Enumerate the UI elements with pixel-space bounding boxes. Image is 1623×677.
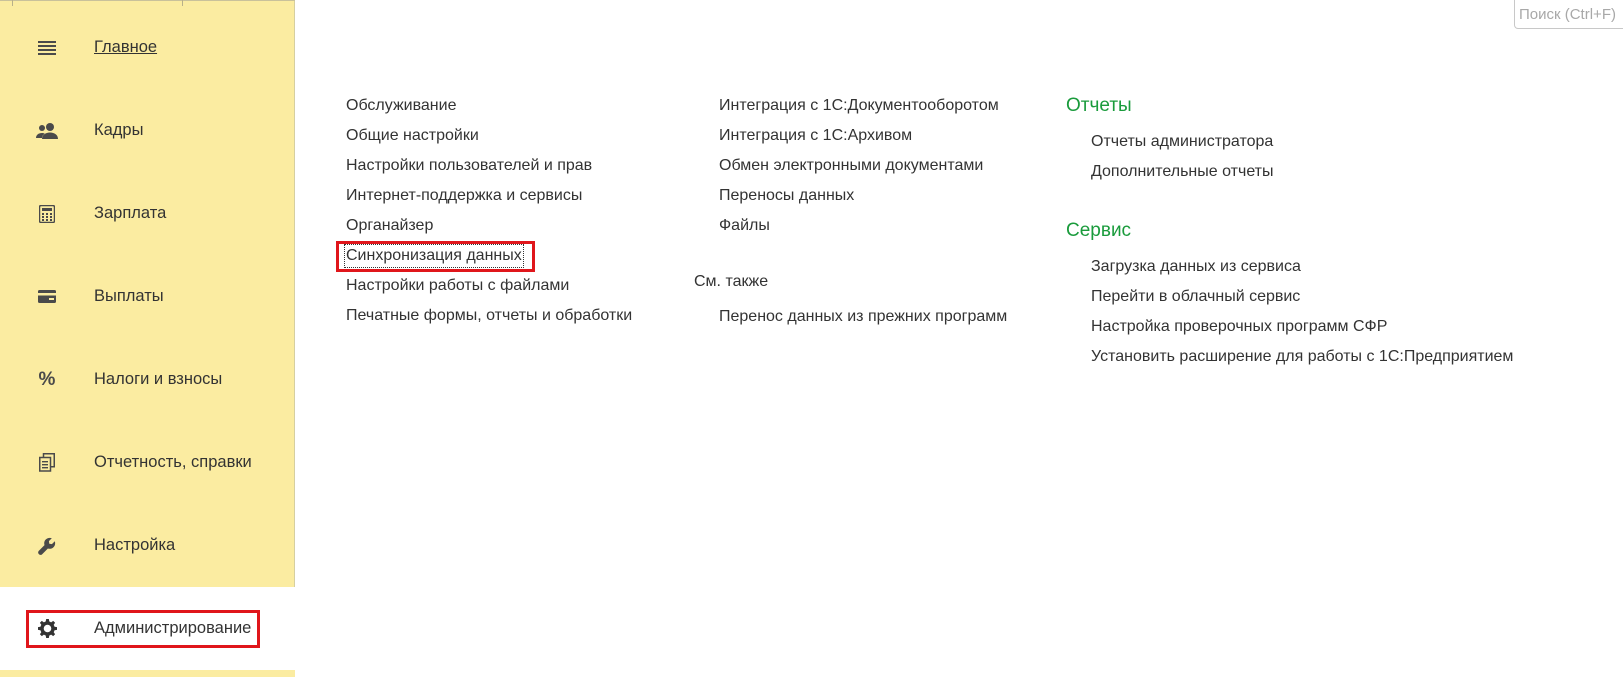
search-box[interactable]: [1514, 0, 1623, 29]
section-title-service: Сервис: [1066, 220, 1132, 241]
sidebar-item-settings[interactable]: Настройка: [0, 504, 295, 587]
wrench-icon: [36, 535, 58, 557]
link-archive-integration[interactable]: Интеграция с 1С:Архивом: [719, 126, 912, 146]
link-internet-support[interactable]: Интернет-поддержка и сервисы: [346, 186, 582, 206]
menu-lines-icon: [36, 37, 58, 59]
sidebar-item-taxes[interactable]: % Налоги и взносы: [0, 338, 295, 421]
link-transfer-old-programs[interactable]: Перенос данных из прежних программ: [719, 307, 1007, 327]
percent-icon: %: [38, 368, 56, 390]
link-files[interactable]: Файлы: [719, 216, 770, 236]
link-maintenance[interactable]: Обслуживание: [346, 96, 456, 116]
link-cloud-service[interactable]: Перейти в облачный сервис: [1091, 287, 1300, 307]
sidebar-item-label: Зарплата: [94, 204, 167, 222]
card-icon: [36, 286, 58, 308]
sidebar-item-salary[interactable]: Зарплата: [0, 172, 295, 255]
link-file-settings[interactable]: Настройки работы с файлами: [346, 276, 569, 296]
sidebar-item-label: Отчетность, справки: [94, 453, 252, 471]
link-admin-reports[interactable]: Отчеты администратора: [1091, 132, 1273, 152]
link-additional-reports[interactable]: Дополнительные отчеты: [1091, 162, 1274, 182]
sidebar-item-label: Главное: [94, 38, 158, 56]
sidebar-item-hr[interactable]: Кадры: [0, 89, 295, 172]
sidebar-item-label: Налоги и взносы: [94, 370, 223, 388]
sidebar-item-label: Выплаты: [94, 287, 164, 305]
search-input[interactable]: [1515, 0, 1623, 28]
sidebar-item-main[interactable]: Главное: [0, 6, 295, 89]
link-data-transfers[interactable]: Переносы данных: [719, 186, 854, 206]
link-sfr-check-programs[interactable]: Настройка проверочных программ СФР: [1091, 317, 1387, 337]
sidebar-item-payments[interactable]: Выплаты: [0, 255, 295, 338]
documents-icon: [36, 452, 58, 474]
sidebar-item-reporting[interactable]: Отчетность, справки: [0, 421, 295, 504]
highlight-data-sync: [336, 241, 535, 272]
link-print-forms[interactable]: Печатные формы, отчеты и обработки: [346, 306, 632, 326]
link-load-from-service[interactable]: Загрузка данных из сервиса: [1091, 257, 1301, 277]
link-docflow-integration[interactable]: Интеграция с 1С:Документооборотом: [719, 96, 999, 116]
link-install-extension[interactable]: Установить расширение для работы с 1С:Пр…: [1091, 347, 1513, 367]
section-title-reports: Отчеты: [1066, 95, 1132, 116]
sidebar-bottom-strip: [0, 670, 295, 677]
link-users-rights[interactable]: Настройки пользователей и прав: [346, 156, 592, 176]
sidebar-item-label: Настройка: [94, 536, 176, 554]
link-general-settings[interactable]: Общие настройки: [346, 126, 479, 146]
sidebar-item-label: Кадры: [94, 121, 144, 139]
link-edi[interactable]: Обмен электронными документами: [719, 156, 983, 176]
sidebar: Главное Кадры Зарплата Выплаты % Налоги …: [0, 0, 295, 677]
people-icon: [36, 120, 58, 142]
calculator-icon: [36, 203, 58, 225]
link-organizer[interactable]: Органайзер: [346, 216, 433, 236]
see-also-title: См. также: [694, 273, 769, 290]
highlight-administration: [26, 610, 260, 648]
